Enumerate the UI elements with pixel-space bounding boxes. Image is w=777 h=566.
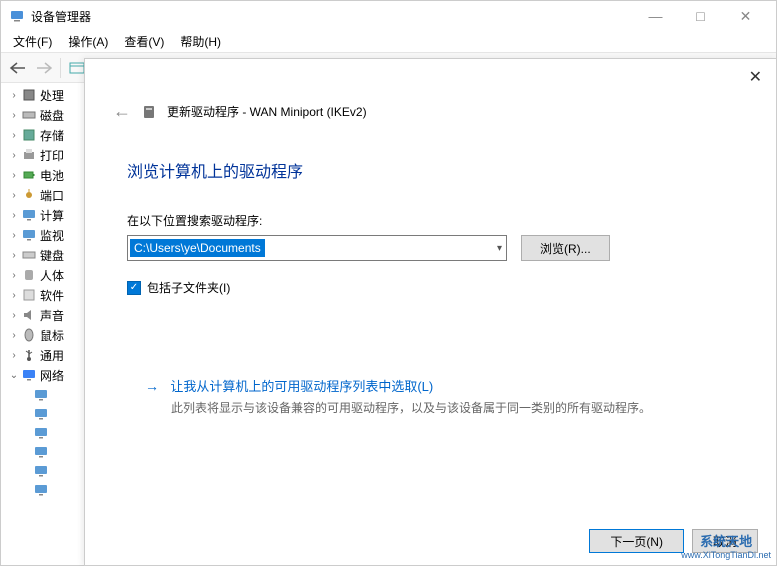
titlebar: 设备管理器 — □ ✕ [1, 1, 776, 31]
chevron-right-icon[interactable]: › [7, 150, 21, 161]
network-icon [21, 367, 37, 383]
storage-icon [21, 127, 37, 143]
tree-label: 存储 [40, 127, 64, 144]
tree-label: 端口 [40, 187, 64, 204]
update-driver-dialog: ✕ ← 更新驱动程序 - WAN Miniport (IKEv2) 浏览计算机上… [84, 58, 777, 566]
arrow-right-icon: → [145, 378, 159, 394]
usb-icon [21, 347, 37, 363]
window-title: 设备管理器 [31, 8, 633, 25]
tree-label: 声音 [40, 307, 64, 324]
port-icon [21, 187, 37, 203]
chevron-right-icon[interactable]: › [7, 310, 21, 321]
menubar: 文件(F) 操作(A) 查看(V) 帮助(H) [1, 31, 776, 53]
computer-icon [21, 207, 37, 223]
chevron-right-icon[interactable]: › [7, 190, 21, 201]
watermark-title: 系统天地 [681, 531, 771, 550]
tree-label: 软件 [40, 287, 64, 304]
menu-help[interactable]: 帮助(H) [172, 31, 229, 52]
choice-title: 让我从计算机上的可用驱动程序列表中选取(L) [170, 379, 433, 394]
chevron-right-icon[interactable]: › [7, 210, 21, 221]
battery-icon [21, 167, 37, 183]
back-arrow-icon[interactable]: ← [113, 101, 131, 122]
chevron-down-icon[interactable]: ⌄ [7, 370, 21, 381]
include-subfolders-checkbox[interactable]: ✓ [127, 281, 141, 295]
dialog-breadcrumb: ← 更新驱动程序 - WAN Miniport (IKEv2) [85, 59, 776, 122]
dropdown-icon[interactable]: ▾ [497, 243, 502, 254]
mouse-icon [21, 327, 37, 343]
chevron-right-icon[interactable]: › [7, 110, 21, 121]
path-value: C:\Users\ye\Documents [130, 239, 265, 257]
driver-path-combobox[interactable]: C:\Users\ye\Documents ▾ [127, 235, 507, 261]
watermark-url: www.XiTongTianDi.net [681, 550, 771, 560]
chevron-right-icon[interactable]: › [7, 170, 21, 181]
chevron-right-icon[interactable]: › [7, 230, 21, 241]
tree-label: 电池 [40, 167, 64, 184]
network-adapter-icon [33, 463, 49, 479]
tree-label: 磁盘 [40, 107, 64, 124]
tree-label: 网络 [40, 367, 64, 384]
chevron-right-icon[interactable]: › [7, 130, 21, 141]
tree-label: 人体 [40, 267, 64, 284]
tree-label: 打印 [40, 147, 64, 164]
watermark: 系统天地 www.XiTongTianDi.net [681, 531, 771, 560]
minimize-button[interactable]: — [633, 1, 678, 31]
network-adapter-icon [33, 387, 49, 403]
disk-icon [21, 107, 37, 123]
network-adapter-icon [33, 482, 49, 498]
chevron-right-icon[interactable]: › [7, 330, 21, 341]
chevron-right-icon[interactable]: › [7, 270, 21, 281]
include-subfolders-label: 包括子文件夹(I) [147, 279, 230, 296]
tree-label: 处理 [40, 87, 64, 104]
chevron-right-icon[interactable]: › [7, 350, 21, 361]
menu-action[interactable]: 操作(A) [60, 31, 116, 52]
tree-label: 通用 [40, 347, 64, 364]
keyboard-icon [21, 247, 37, 263]
close-button[interactable]: ✕ [723, 1, 768, 31]
tree-label: 鼠标 [40, 327, 64, 344]
menu-view[interactable]: 查看(V) [116, 31, 172, 52]
printer-icon [21, 147, 37, 163]
browse-button[interactable]: 浏览(R)... [521, 235, 610, 261]
dialog-close-button[interactable]: ✕ [749, 67, 762, 87]
nav-forward-button[interactable] [32, 56, 56, 80]
audio-icon [21, 307, 37, 323]
network-adapter-icon [33, 406, 49, 422]
search-location-label: 在以下位置搜索驱动程序: [85, 182, 776, 235]
breadcrumb-text: 更新驱动程序 - WAN Miniport (IKEv2) [167, 103, 367, 120]
menu-file[interactable]: 文件(F) [5, 31, 60, 52]
network-adapter-icon [33, 425, 49, 441]
software-icon [21, 287, 37, 303]
device-icon [141, 104, 157, 120]
app-icon [9, 8, 25, 24]
tree-label: 键盘 [40, 247, 64, 264]
chevron-right-icon[interactable]: › [7, 250, 21, 261]
pick-from-list-option[interactable]: → 让我从计算机上的可用驱动程序列表中选取(L) 此列表将显示与该设备兼容的可用… [85, 296, 776, 417]
network-adapter-icon [33, 444, 49, 460]
next-button[interactable]: 下一页(N) [589, 529, 684, 553]
monitor-icon [21, 227, 37, 243]
choice-description: 此列表将显示与该设备兼容的可用驱动程序，以及与该设备属于同一类别的所有驱动程序。 [145, 395, 716, 417]
dialog-heading: 浏览计算机上的驱动程序 [85, 122, 776, 182]
hid-icon [21, 267, 37, 283]
tree-label: 计算 [40, 207, 64, 224]
cpu-icon [21, 87, 37, 103]
tree-label: 监视 [40, 227, 64, 244]
nav-back-button[interactable] [6, 56, 30, 80]
chevron-right-icon[interactable]: › [7, 90, 21, 101]
maximize-button[interactable]: □ [678, 1, 723, 31]
chevron-right-icon[interactable]: › [7, 290, 21, 301]
